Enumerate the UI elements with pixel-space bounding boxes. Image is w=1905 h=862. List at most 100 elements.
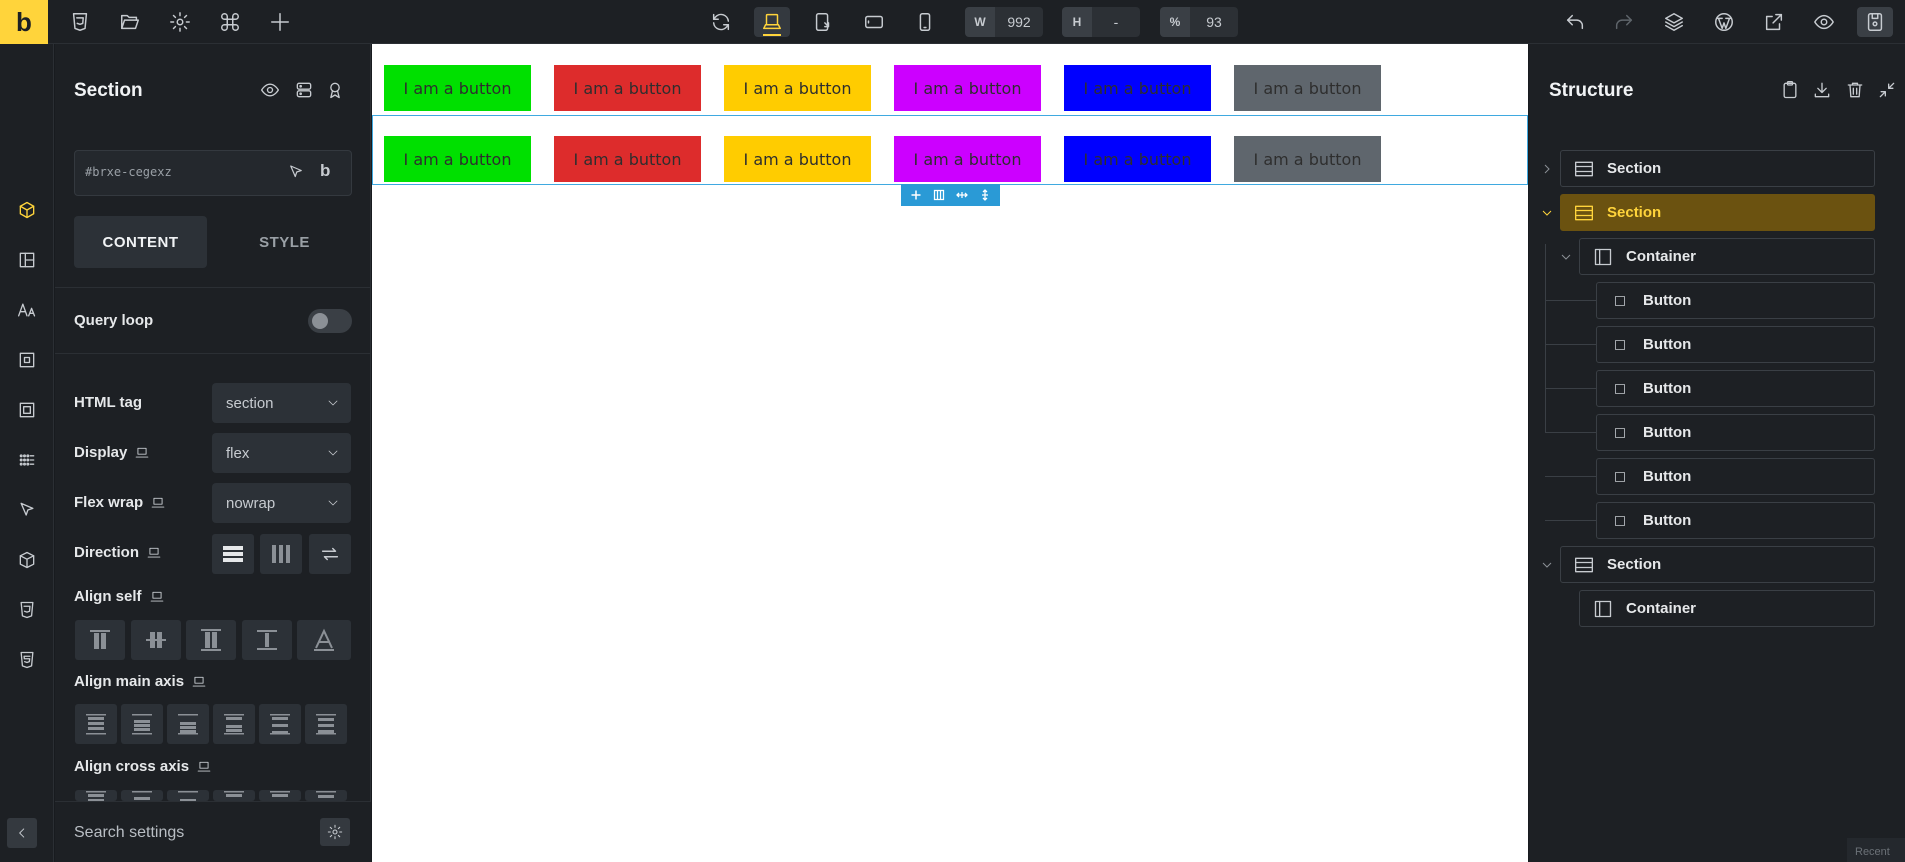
move-horizontal-icon[interactable] bbox=[955, 189, 968, 201]
structure-node-section[interactable]: Section bbox=[1560, 150, 1875, 187]
align-self-start-button[interactable] bbox=[75, 620, 125, 660]
align-main-axis-option-button[interactable] bbox=[305, 704, 347, 744]
cursor-icon[interactable] bbox=[9, 492, 45, 528]
align-self-stretch-button[interactable] bbox=[186, 620, 236, 660]
badge-icon[interactable] bbox=[323, 78, 347, 102]
align-main-axis-option-button[interactable] bbox=[167, 704, 209, 744]
structure-node-button[interactable]: Button bbox=[1596, 502, 1875, 539]
dots-grid-icon[interactable] bbox=[9, 442, 45, 478]
align-self-center-button[interactable] bbox=[131, 620, 181, 660]
structure-node-button[interactable]: Button bbox=[1596, 458, 1875, 495]
align-main-axis-option-button[interactable] bbox=[121, 704, 163, 744]
align-main-axis-option-button[interactable] bbox=[213, 704, 255, 744]
demo-button[interactable]: I am a button bbox=[1234, 65, 1381, 111]
align-cross-axis-option-button[interactable] bbox=[75, 790, 117, 801]
display-select[interactable]: flex bbox=[212, 433, 351, 473]
structure-node-container[interactable]: Container bbox=[1579, 590, 1875, 627]
align-cross-axis-option-button[interactable] bbox=[121, 790, 163, 801]
structure-node-section[interactable]: Section bbox=[1560, 546, 1875, 583]
breakpoint-landscape-icon[interactable] bbox=[856, 7, 892, 37]
structure-node-container[interactable]: Container bbox=[1579, 238, 1875, 275]
chevron-down-icon[interactable] bbox=[1558, 249, 1574, 265]
demo-button[interactable]: I am a button bbox=[384, 136, 531, 182]
zoom-field[interactable]: % 93 bbox=[1160, 7, 1238, 37]
demo-button[interactable]: I am a button bbox=[724, 136, 871, 182]
section-row-2[interactable]: I am a button I am a button I am a button I… bbox=[384, 136, 1528, 182]
demo-button[interactable]: I am a button bbox=[554, 65, 701, 111]
breakpoint-tablet-icon[interactable] bbox=[805, 7, 841, 37]
columns-icon[interactable] bbox=[933, 189, 945, 201]
structure-node-button[interactable]: Button bbox=[1596, 326, 1875, 363]
direction-row-button[interactable] bbox=[212, 534, 254, 574]
width-field[interactable]: W 992 bbox=[965, 7, 1043, 37]
frame-icon[interactable] bbox=[9, 392, 45, 428]
search-settings-bar[interactable]: Search settings bbox=[55, 801, 371, 862]
demo-button[interactable]: I am a button bbox=[1064, 136, 1211, 182]
preview-eye-icon[interactable] bbox=[1806, 7, 1842, 37]
typography-icon[interactable] bbox=[9, 292, 45, 328]
css-icon[interactable] bbox=[9, 592, 45, 628]
save-icon[interactable] bbox=[1857, 7, 1893, 37]
demo-button[interactable]: I am a button bbox=[894, 65, 1041, 111]
flex-wrap-select[interactable]: nowrap bbox=[212, 483, 351, 523]
align-cross-axis-option-button[interactable] bbox=[259, 790, 301, 801]
direction-reverse-button[interactable] bbox=[309, 534, 351, 574]
align-cross-axis-option-button[interactable] bbox=[305, 790, 347, 801]
chevron-down-icon[interactable] bbox=[1539, 557, 1555, 573]
clipboard-icon[interactable] bbox=[1778, 78, 1802, 102]
zoom-value[interactable]: 93 bbox=[1190, 7, 1238, 37]
align-self-end-button[interactable] bbox=[242, 620, 292, 660]
builder-canvas[interactable]: I am a button I am a button I am a button I… bbox=[372, 44, 1528, 862]
align-cross-axis-option-button[interactable] bbox=[213, 790, 255, 801]
demo-button[interactable]: I am a button bbox=[1234, 136, 1381, 182]
query-loop-toggle[interactable] bbox=[308, 309, 352, 333]
move-vertical-icon[interactable] bbox=[979, 189, 991, 201]
tab-content[interactable]: CONTENT bbox=[74, 216, 207, 268]
element-id-field[interactable]: #brxe-cegexz b bbox=[74, 150, 352, 196]
tab-style[interactable]: STYLE bbox=[218, 216, 351, 268]
align-main-axis-option-button[interactable] bbox=[259, 704, 301, 744]
html5-icon[interactable] bbox=[9, 642, 45, 678]
chevron-down-icon[interactable] bbox=[1539, 205, 1555, 221]
chevron-right-icon[interactable] bbox=[1539, 161, 1555, 177]
search-settings-text[interactable]: Search settings bbox=[74, 824, 184, 842]
external-link-icon[interactable] bbox=[1756, 7, 1792, 37]
collapse-panel-button[interactable] bbox=[7, 818, 37, 848]
add-element-icon[interactable] bbox=[910, 189, 922, 201]
folder-open-icon[interactable] bbox=[112, 7, 148, 37]
download-icon[interactable] bbox=[1810, 78, 1834, 102]
demo-button[interactable]: I am a button bbox=[724, 65, 871, 111]
demo-button[interactable]: I am a button bbox=[894, 136, 1041, 182]
trash-icon[interactable] bbox=[1843, 78, 1867, 102]
wordpress-icon[interactable] bbox=[1706, 7, 1742, 37]
demo-button[interactable]: I am a button bbox=[1064, 65, 1211, 111]
settings-gear-button[interactable] bbox=[320, 818, 350, 846]
direction-column-button[interactable] bbox=[260, 534, 302, 574]
height-value[interactable]: - bbox=[1092, 7, 1140, 37]
command-icon[interactable] bbox=[212, 7, 248, 37]
height-field[interactable]: H - bbox=[1062, 7, 1140, 37]
element-id-text[interactable]: #brxe-cegexz bbox=[85, 165, 172, 179]
width-value[interactable]: 992 bbox=[995, 7, 1043, 37]
layers-icon[interactable] bbox=[1656, 7, 1692, 37]
elements-cube-icon[interactable] bbox=[9, 192, 45, 228]
structure-node-button[interactable]: Button bbox=[1596, 282, 1875, 319]
spacing-icon[interactable] bbox=[9, 342, 45, 378]
structure-node-section[interactable]: Section bbox=[1560, 194, 1875, 231]
demo-button[interactable]: I am a button bbox=[384, 65, 531, 111]
undo-icon[interactable] bbox=[1557, 7, 1593, 37]
bricks-b-icon[interactable]: b bbox=[320, 161, 330, 181]
recent-label[interactable]: Recent bbox=[1847, 838, 1905, 862]
align-cross-axis-option-button[interactable] bbox=[167, 790, 209, 801]
visibility-eye-icon[interactable] bbox=[258, 78, 282, 102]
add-plus-icon[interactable] bbox=[262, 7, 298, 37]
section-row-1[interactable]: I am a button I am a button I am a button I… bbox=[384, 65, 1528, 111]
redo-icon[interactable] bbox=[1606, 7, 1642, 37]
refresh-icon[interactable] bbox=[703, 7, 739, 37]
breakpoint-desktop-icon[interactable] bbox=[754, 7, 790, 37]
transform-3d-icon[interactable] bbox=[9, 542, 45, 578]
select-cursor-icon[interactable] bbox=[287, 163, 305, 181]
css3-icon[interactable] bbox=[62, 7, 98, 37]
settings-gear-icon[interactable] bbox=[162, 7, 198, 37]
structure-node-button[interactable]: Button bbox=[1596, 414, 1875, 451]
